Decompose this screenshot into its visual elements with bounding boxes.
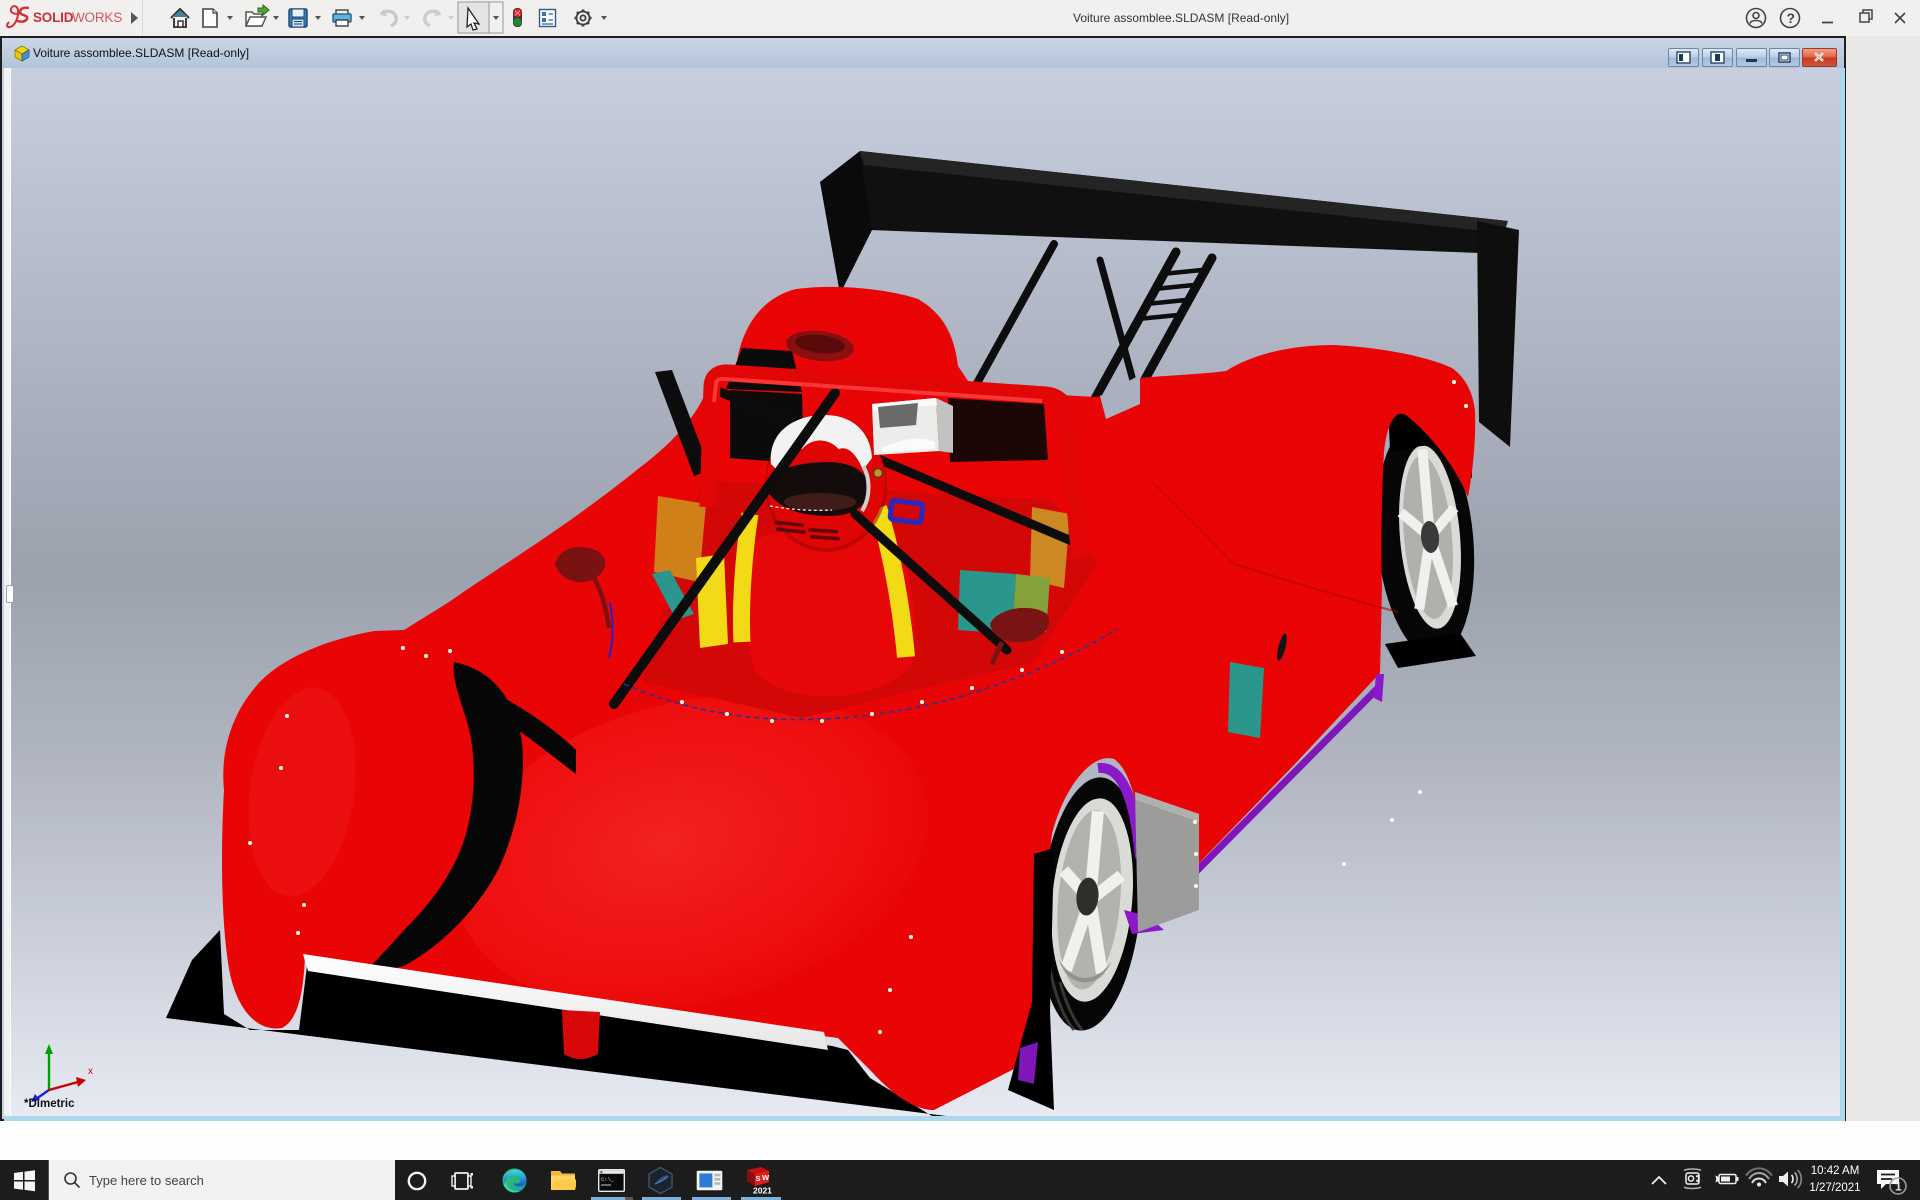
svg-text:1: 1 — [1895, 1180, 1902, 1194]
svg-text:?: ? — [1787, 10, 1796, 26]
svg-text:WORKS: WORKS — [72, 10, 122, 25]
svg-text:SOLID: SOLID — [33, 10, 74, 25]
svg-text:W: W — [762, 1173, 770, 1182]
svg-text:x: x — [88, 1066, 93, 1077]
svg-text:S: S — [756, 1174, 761, 1183]
svg-text:C:\_: C:\_ — [601, 1176, 615, 1183]
svg-text:2021: 2021 — [753, 1186, 772, 1196]
